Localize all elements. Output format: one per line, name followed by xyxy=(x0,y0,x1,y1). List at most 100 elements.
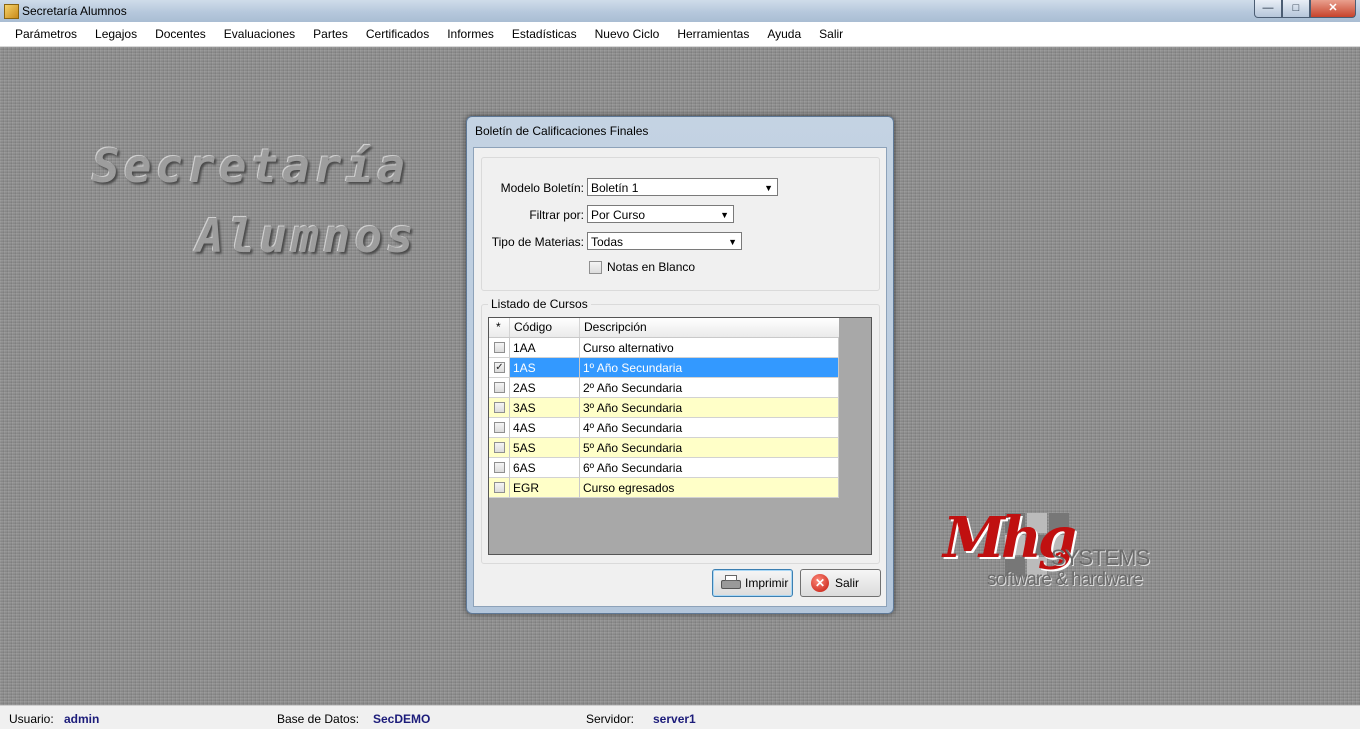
row-descripcion: 3º Año Secundaria xyxy=(580,398,839,418)
tipo-materias-combo[interactable]: Todas ▼ xyxy=(587,232,742,250)
menu-legajos[interactable]: Legajos xyxy=(86,22,146,46)
menu-partes[interactable]: Partes xyxy=(304,22,357,46)
row-check-cell xyxy=(489,478,510,498)
row-codigo: 1AS xyxy=(510,358,580,378)
row-codigo: 6AS xyxy=(510,458,580,478)
row-checkbox-checked[interactable]: ✓ xyxy=(494,362,505,373)
row-codigo: 2AS xyxy=(510,378,580,398)
table-row[interactable]: 2AS 2º Año Secundaria xyxy=(489,378,839,398)
row-check-cell xyxy=(489,378,510,398)
table-row[interactable]: EGR Curso egresados xyxy=(489,478,839,498)
row-checkbox[interactable] xyxy=(494,442,505,453)
status-server-label: Servidor: xyxy=(586,712,635,726)
menu-certificados[interactable]: Certificados xyxy=(357,22,438,46)
maximize-button[interactable]: □ xyxy=(1282,0,1310,18)
background-title-line2: Alumnos xyxy=(196,209,418,263)
row-descripcion: 6º Año Secundaria xyxy=(580,458,839,478)
menu-docentes[interactable]: Docentes xyxy=(146,22,215,46)
row-codigo: 5AS xyxy=(510,438,580,458)
boletin-dialog: Boletín de Calificaciones Finales Modelo… xyxy=(466,116,894,614)
row-check-cell xyxy=(489,398,510,418)
cursos-group-legend: Listado de Cursos xyxy=(488,297,591,311)
row-codigo: 1AA xyxy=(510,338,580,358)
table-row-selected[interactable]: ✓ 1AS 1º Año Secundaria xyxy=(489,358,839,378)
status-db-label: Base de Datos: xyxy=(277,712,360,726)
row-descripcion: 2º Año Secundaria xyxy=(580,378,839,398)
row-checkbox[interactable] xyxy=(494,382,505,393)
menu-salir[interactable]: Salir xyxy=(810,22,852,46)
table-row[interactable]: 3AS 3º Año Secundaria xyxy=(489,398,839,418)
imprimir-button[interactable]: Imprimir xyxy=(712,569,793,597)
chevron-down-icon: ▼ xyxy=(720,210,729,220)
filtrar-label: Filtrar por: xyxy=(529,208,584,222)
status-user-label: Usuario: xyxy=(9,712,54,726)
row-checkbox[interactable] xyxy=(494,342,505,353)
tipo-materias-combo-value: Todas xyxy=(591,235,624,249)
row-descripcion: Curso egresados xyxy=(580,478,839,498)
chevron-down-icon: ▼ xyxy=(764,183,773,193)
row-check-cell xyxy=(489,438,510,458)
logo-tagline: software & hardware xyxy=(987,569,1143,590)
cancel-icon: ✕ xyxy=(811,574,829,592)
modelo-combo[interactable]: Boletín 1 ▼ xyxy=(587,178,778,196)
column-header-descripcion[interactable]: Descripción xyxy=(580,318,839,337)
row-descripcion: 4º Año Secundaria xyxy=(580,418,839,438)
menu-bar: Parámetros Legajos Docentes Evaluaciones… xyxy=(0,22,1360,47)
cursos-grid[interactable]: * Código Descripción 1AA Curso alternati… xyxy=(488,317,872,555)
logo-systems-text: SYSTEMS xyxy=(1051,545,1150,570)
tipo-materias-label: Tipo de Materias: xyxy=(491,235,584,249)
row-descripcion: Curso alternativo xyxy=(580,338,839,358)
row-checkbox[interactable] xyxy=(494,402,505,413)
filtrar-combo[interactable]: Por Curso ▼ xyxy=(587,205,734,223)
printer-icon xyxy=(721,575,741,591)
table-row[interactable]: 5AS 5º Año Secundaria xyxy=(489,438,839,458)
table-row[interactable]: 1AA Curso alternativo xyxy=(489,338,839,358)
column-header-check[interactable]: * xyxy=(489,318,510,337)
row-check-cell xyxy=(489,338,510,358)
row-check-cell xyxy=(489,418,510,438)
dialog-title: Boletín de Calificaciones Finales xyxy=(475,124,649,138)
row-checkbox[interactable] xyxy=(494,462,505,473)
status-db-value: SecDEMO xyxy=(373,712,431,726)
status-user-value: admin xyxy=(64,712,100,726)
menu-ayuda[interactable]: Ayuda xyxy=(758,22,810,46)
row-codigo: 4AS xyxy=(510,418,580,438)
window-controls: — □ ✕ xyxy=(1254,0,1356,18)
salir-button-label: Salir xyxy=(835,576,860,590)
row-checkbox[interactable] xyxy=(494,422,505,433)
row-codigo: EGR xyxy=(510,478,580,498)
row-descripcion: 1º Año Secundaria xyxy=(580,358,839,378)
row-check-cell: ✓ xyxy=(489,358,510,378)
table-row[interactable]: 6AS 6º Año Secundaria xyxy=(489,458,839,478)
minimize-button[interactable]: — xyxy=(1254,0,1282,18)
notas-blanco-checkbox[interactable] xyxy=(589,261,602,274)
menu-parametros[interactable]: Parámetros xyxy=(0,22,86,46)
window-title: Secretaría Alumnos xyxy=(22,4,127,18)
menu-informes[interactable]: Informes xyxy=(438,22,503,46)
chevron-down-icon: ▼ xyxy=(728,237,737,247)
column-header-codigo[interactable]: Código xyxy=(510,318,580,337)
menu-nuevo-ciclo[interactable]: Nuevo Ciclo xyxy=(586,22,669,46)
imprimir-button-label: Imprimir xyxy=(745,576,789,590)
table-row[interactable]: 4AS 4º Año Secundaria xyxy=(489,418,839,438)
status-server-value: server1 xyxy=(653,712,696,726)
row-check-cell xyxy=(489,458,510,478)
menu-estadisticas[interactable]: Estadísticas xyxy=(503,22,586,46)
notas-blanco-label: Notas en Blanco xyxy=(607,260,696,274)
menu-herramientas[interactable]: Herramientas xyxy=(668,22,758,46)
filtrar-combo-value: Por Curso xyxy=(591,208,646,222)
status-bar: Usuario: admin Base de Datos: SecDEMO Se… xyxy=(0,705,1360,729)
dialog-body: Modelo Boletín: Boletín 1 ▼ Filtrar por:… xyxy=(473,147,887,607)
company-logo: Mhg SYSTEMS software & hardware xyxy=(943,505,1183,595)
salir-button[interactable]: ✕ Salir xyxy=(800,569,881,597)
modelo-label: Modelo Boletín: xyxy=(500,181,584,195)
row-checkbox[interactable] xyxy=(494,482,505,493)
modelo-combo-value: Boletín 1 xyxy=(591,181,639,195)
row-descripcion: 5º Año Secundaria xyxy=(580,438,839,458)
app-icon xyxy=(4,4,19,19)
close-window-button[interactable]: ✕ xyxy=(1310,0,1356,18)
background-title-line1: Secretaría xyxy=(92,139,409,193)
window-title-bar[interactable]: Secretaría Alumnos — □ ✕ xyxy=(0,0,1360,23)
row-codigo: 3AS xyxy=(510,398,580,418)
menu-evaluaciones[interactable]: Evaluaciones xyxy=(215,22,304,46)
